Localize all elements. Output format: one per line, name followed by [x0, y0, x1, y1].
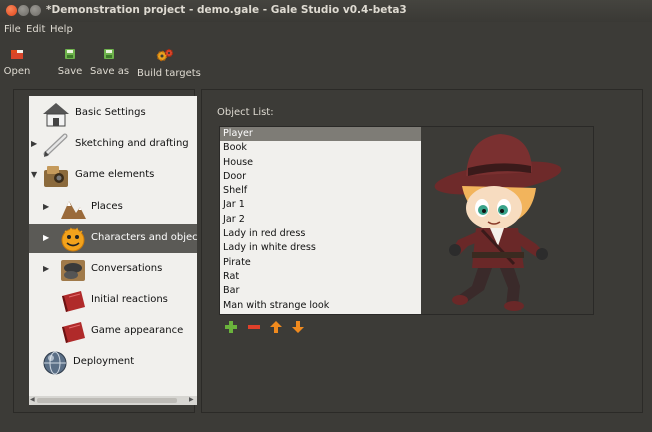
- tree-item-label: Characters and objects: [91, 232, 197, 243]
- tree-horizontal-scrollbar[interactable]: ◀ ▶: [29, 396, 197, 405]
- build-targets-button[interactable]: Build targets: [137, 42, 201, 86]
- tree-item-label: Places: [91, 201, 123, 212]
- list-item[interactable]: Lady in white dress: [220, 241, 421, 255]
- tree-item-game-elements[interactable]: ▼ Game elements: [29, 161, 197, 190]
- list-item[interactable]: Pirate: [220, 256, 421, 270]
- tree-item-basic-settings[interactable]: Basic Settings: [29, 99, 197, 128]
- menu-file[interactable]: File: [4, 24, 21, 35]
- camera-box-icon: [44, 166, 68, 187]
- tree-item-label: Deployment: [73, 356, 135, 367]
- red-book-icon: [62, 322, 85, 343]
- house-icon: [43, 103, 69, 127]
- collapsed-arrow-icon[interactable]: ▶: [31, 139, 37, 148]
- list-item[interactable]: Rat: [220, 270, 421, 284]
- status-bar: [0, 418, 652, 432]
- close-window-button[interactable]: [6, 5, 17, 16]
- tree-item-label: Basic Settings: [75, 107, 146, 118]
- smiley-icon: [61, 227, 85, 252]
- menu-bar: File Edit Help: [0, 22, 652, 40]
- list-item[interactable]: Shelf: [220, 184, 421, 198]
- mountain-icon: [61, 201, 86, 219]
- menu-help[interactable]: Help: [50, 24, 73, 35]
- tree-item-initial-reactions[interactable]: Initial reactions: [29, 286, 197, 315]
- tree-item-label: Initial reactions: [91, 294, 168, 305]
- pencil-icon: [43, 133, 68, 157]
- tree-item-label: Game elements: [75, 169, 155, 180]
- tree-item-places[interactable]: ▶ Places: [29, 193, 197, 222]
- tree-item-game-appearance[interactable]: Game appearance: [29, 317, 197, 346]
- move-up-icon[interactable]: [269, 320, 283, 334]
- tree-item-deployment[interactable]: Deployment: [29, 348, 197, 377]
- toolbar: Open Save Save as Build targets: [0, 42, 652, 88]
- maximize-window-button[interactable]: [30, 5, 41, 16]
- list-item[interactable]: Bar: [220, 284, 421, 298]
- collapsed-arrow-icon[interactable]: ▶: [43, 233, 49, 242]
- tree-item-label: Conversations: [91, 263, 163, 274]
- coin-icon: [61, 260, 85, 281]
- open-folder-icon: [11, 50, 23, 59]
- save-icon: [65, 49, 75, 59]
- open-button[interactable]: Open: [2, 42, 32, 86]
- scrollbar-thumb[interactable]: [37, 398, 177, 403]
- list-item[interactable]: Man with strange look: [220, 299, 421, 313]
- tree-item-label: Game appearance: [91, 325, 184, 336]
- gears-icon: [156, 48, 174, 62]
- add-icon[interactable]: [224, 320, 238, 334]
- tree-item-label: Sketching and drafting: [75, 138, 189, 149]
- list-item[interactable]: Book: [220, 141, 421, 155]
- character-sprite-preview: [434, 134, 562, 311]
- expanded-arrow-icon[interactable]: ▼: [31, 170, 37, 179]
- save-as-icon: [104, 49, 114, 59]
- tree-item-characters-and-objects[interactable]: ▶ Characters and objects: [29, 224, 197, 253]
- tree-item-conversations[interactable]: ▶ Conversations: [29, 255, 197, 284]
- save-as-button[interactable]: Save as: [90, 42, 130, 86]
- title-bar: *Demonstration project - demo.gale - Gal…: [0, 0, 652, 22]
- list-item[interactable]: Jar 1: [220, 198, 421, 212]
- save-button[interactable]: Save: [57, 42, 83, 86]
- navigation-tree: Basic Settings ▶ Sketching and drafting …: [29, 96, 197, 405]
- open-label: Open: [3, 66, 31, 77]
- object-list[interactable]: Player Book House Door Shelf Jar 1 Jar 2…: [220, 127, 421, 314]
- save-label: Save: [57, 66, 83, 77]
- globe-icon: [43, 351, 67, 375]
- list-item[interactable]: Jar 2: [220, 213, 421, 227]
- list-item[interactable]: Lady in red dress: [220, 227, 421, 241]
- object-list-label: Object List:: [217, 107, 274, 118]
- minimize-window-button[interactable]: [18, 5, 29, 16]
- collapsed-arrow-icon[interactable]: ▶: [43, 202, 49, 211]
- collapsed-arrow-icon[interactable]: ▶: [43, 264, 49, 273]
- list-item[interactable]: Door: [220, 170, 421, 184]
- list-item[interactable]: Player: [220, 127, 421, 142]
- build-targets-label: Build targets: [137, 68, 201, 79]
- save-as-label: Save as: [90, 66, 130, 77]
- menu-edit[interactable]: Edit: [26, 24, 45, 35]
- remove-icon[interactable]: [247, 320, 261, 334]
- tree-item-sketching-and-drafting[interactable]: ▶ Sketching and drafting: [29, 130, 197, 159]
- list-item[interactable]: House: [220, 156, 421, 170]
- move-down-icon[interactable]: [291, 320, 305, 334]
- window-title: *Demonstration project - demo.gale - Gal…: [46, 4, 407, 16]
- scroll-left-icon[interactable]: ◀: [30, 396, 35, 403]
- red-book-icon: [62, 291, 85, 312]
- scroll-right-icon[interactable]: ▶: [189, 396, 194, 403]
